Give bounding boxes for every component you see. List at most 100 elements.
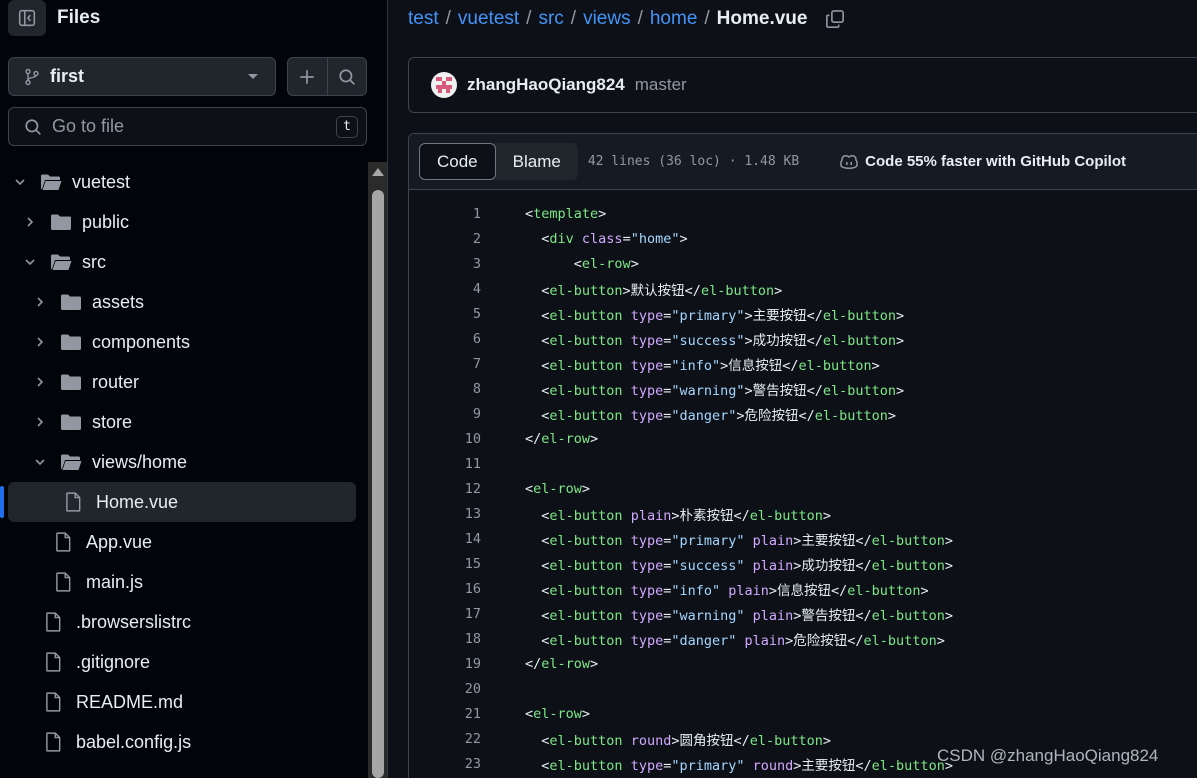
code-text: <el-button type="primary" round>主要按钮</el… xyxy=(525,757,953,774)
code-line: 9 <el-button type="danger">危险按钮</el-butt… xyxy=(409,401,1197,426)
tree-item-label: public xyxy=(82,211,130,232)
sidebar-header: Files xyxy=(8,0,100,36)
search-button[interactable] xyxy=(326,58,367,95)
line-number[interactable]: 14 xyxy=(409,531,481,547)
tree-file-item[interactable]: Home.vue xyxy=(0,482,356,522)
breadcrumb-link[interactable]: vuetest xyxy=(458,8,519,30)
tree-folder-item[interactable]: router xyxy=(8,362,356,402)
breadcrumb-separator: / xyxy=(704,8,710,29)
line-number[interactable]: 5 xyxy=(409,306,481,322)
line-number[interactable]: 20 xyxy=(409,681,481,697)
line-number[interactable]: 2 xyxy=(409,231,481,247)
tree-file-item[interactable]: babel.config.js xyxy=(8,722,356,762)
line-number[interactable]: 10 xyxy=(409,431,481,447)
line-number[interactable]: 7 xyxy=(409,356,481,372)
chevron-right-icon[interactable] xyxy=(22,214,38,230)
folder-open-icon xyxy=(41,174,62,190)
code-text: <el-button type="success" plain>成功按钮</el… xyxy=(525,557,953,574)
avatar[interactable] xyxy=(431,72,457,98)
chevron-right-icon[interactable] xyxy=(32,414,48,430)
copy-path-button[interactable] xyxy=(825,9,845,29)
tree-file-item[interactable]: App.vue xyxy=(8,522,356,562)
tree-folder-item[interactable]: components xyxy=(8,322,356,362)
breadcrumb-link[interactable]: views xyxy=(583,8,631,30)
line-number[interactable]: 22 xyxy=(409,731,481,747)
chevron-down-icon[interactable] xyxy=(12,174,28,190)
line-number[interactable]: 21 xyxy=(409,706,481,722)
copilot-promo-link[interactable]: Code 55% faster with GitHub Copilot xyxy=(839,153,1126,171)
tree-item-label: src xyxy=(82,251,106,272)
line-number[interactable]: 4 xyxy=(409,281,481,297)
watermark: CSDN @zhangHaoQiang824 xyxy=(937,746,1159,765)
collapse-sidebar-button[interactable] xyxy=(8,0,46,36)
line-number[interactable]: 16 xyxy=(409,581,481,597)
keyboard-shortcut-badge: t xyxy=(336,115,358,138)
branch-selector-button[interactable]: first xyxy=(8,57,276,96)
tree-item-label: assets xyxy=(92,291,145,312)
chevron-down-icon xyxy=(15,179,25,186)
line-number[interactable]: 9 xyxy=(409,406,481,422)
tree-folder-item[interactable]: src xyxy=(8,242,356,282)
breadcrumb-separator: / xyxy=(570,8,577,29)
file-icon xyxy=(44,652,66,672)
tree-item-label: vuetest xyxy=(72,171,131,192)
line-number[interactable]: 1 xyxy=(409,206,481,222)
tree-file-item[interactable]: .gitignore xyxy=(8,642,356,682)
tree-folder-item[interactable]: public xyxy=(8,202,356,242)
tree-folder-item[interactable]: store xyxy=(8,402,356,442)
file-icon xyxy=(56,572,71,592)
code-line: 17 <el-button type="warning" plain>警告按钮<… xyxy=(409,601,1197,626)
tab-code[interactable]: Code xyxy=(419,143,496,180)
line-number[interactable]: 23 xyxy=(409,756,481,772)
add-file-button[interactable] xyxy=(288,58,327,95)
go-to-file-input[interactable]: Go to file t xyxy=(8,107,367,146)
code-text: <el-button type="danger" plain>危险按钮</el-… xyxy=(525,632,945,649)
tree-file-item[interactable]: .browserslistrc xyxy=(8,602,356,642)
code-text: <el-button type="warning" plain>警告按钮</el… xyxy=(525,607,953,624)
code-text: <el-button type="success">成功按钮</el-butto… xyxy=(525,332,905,349)
line-number[interactable]: 17 xyxy=(409,606,481,622)
code-text: <el-button type="warning">警告按钮</el-butto… xyxy=(525,382,905,399)
line-number[interactable]: 11 xyxy=(409,456,481,472)
tree-item-label: views/home xyxy=(92,451,188,472)
tree-file-item[interactable]: README.md xyxy=(8,682,356,722)
folder-icon xyxy=(61,374,81,390)
chevron-right-icon[interactable] xyxy=(32,334,48,350)
file-icon xyxy=(46,652,61,672)
breadcrumb-link[interactable]: home xyxy=(650,8,698,30)
breadcrumb-link[interactable]: test xyxy=(408,8,439,30)
commit-author-link[interactable]: zhangHaoQiang824 xyxy=(467,75,625,95)
line-number[interactable]: 19 xyxy=(409,656,481,672)
chevron-right-icon[interactable] xyxy=(32,374,48,390)
tree-folder-item[interactable]: views/home xyxy=(8,442,356,482)
line-number[interactable]: 6 xyxy=(409,331,481,347)
line-number[interactable]: 18 xyxy=(409,631,481,647)
line-number[interactable]: 15 xyxy=(409,556,481,572)
folder-open-icon xyxy=(40,172,62,192)
scroll-up-arrow-icon[interactable] xyxy=(372,168,384,176)
breadcrumb-link[interactable]: src xyxy=(538,8,563,30)
line-number[interactable]: 12 xyxy=(409,481,481,497)
line-number[interactable]: 3 xyxy=(409,256,481,272)
line-number[interactable]: 13 xyxy=(409,506,481,522)
commit-branch: master xyxy=(634,75,687,94)
tree-folder-item[interactable]: vuetest xyxy=(8,162,356,202)
chevron-right-icon xyxy=(37,417,44,427)
code-line: 20 xyxy=(409,676,1197,701)
chevron-down-icon[interactable] xyxy=(32,454,48,470)
tree-file-item[interactable]: main.js xyxy=(8,562,356,602)
file-icon xyxy=(54,532,76,552)
file-icon xyxy=(44,732,66,752)
folder-icon xyxy=(60,412,82,432)
tab-blame[interactable]: Blame xyxy=(496,143,578,180)
sidebar-actions xyxy=(287,57,367,96)
sidebar-scrollbar[interactable] xyxy=(368,162,387,778)
breadcrumb-separator: / xyxy=(526,8,532,29)
code-line: 5 <el-button type="primary">主要按钮</el-but… xyxy=(409,301,1197,326)
tree-folder-item[interactable]: assets xyxy=(8,282,356,322)
sidebar-collapse-icon xyxy=(18,9,36,27)
scrollbar-thumb[interactable] xyxy=(372,190,384,778)
chevron-right-icon[interactable] xyxy=(32,294,48,310)
chevron-down-icon[interactable] xyxy=(22,254,38,270)
line-number[interactable]: 8 xyxy=(409,381,481,397)
